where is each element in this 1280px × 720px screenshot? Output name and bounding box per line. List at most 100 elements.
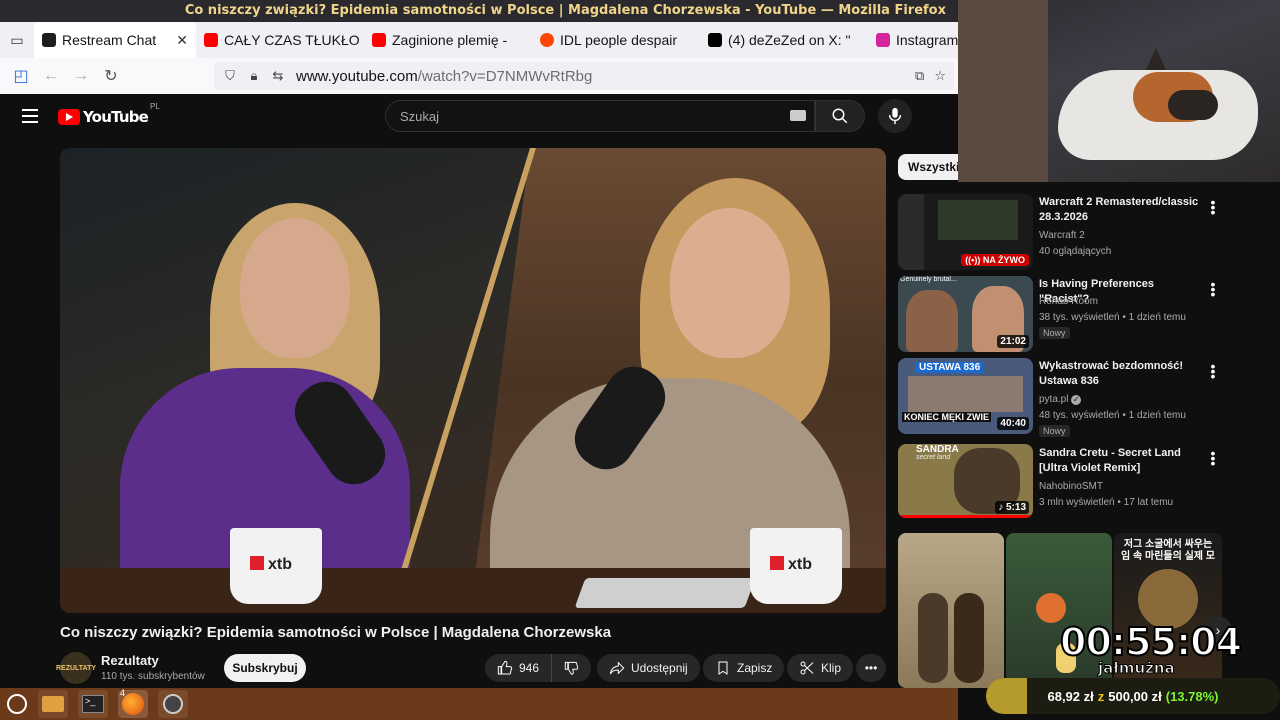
subscribe-button[interactable]: Subskrybuj — [224, 654, 306, 682]
like-button[interactable]: 946 — [485, 654, 551, 682]
video-title: Co niszczy związki? Epidemia samotności … — [60, 624, 612, 641]
save-button[interactable]: Zapisz — [703, 654, 785, 682]
microphone-icon — [888, 107, 902, 125]
search-box[interactable] — [385, 100, 815, 132]
menu-icon[interactable] — [22, 109, 38, 127]
recommendation-meta: 38 tys. wyświetleń • 1 dzień temu — [1039, 312, 1186, 323]
more-horizontal-icon: ••• — [864, 661, 878, 675]
live-badge: ((•)) NA ŻYWO — [961, 254, 1029, 266]
recommendation-title[interactable]: Wykastrować bezdomność! Ustawa 836 — [1039, 359, 1199, 389]
recommendation-title[interactable]: Warcraft 2 Remastered/classic 28.3.2026 — [1039, 195, 1199, 225]
new-window-icon[interactable]: ◰ — [6, 61, 36, 91]
permissions-icon[interactable]: ⇆ — [270, 68, 286, 84]
recommendation-channel[interactable]: NahobinoSMT — [1039, 481, 1103, 492]
tab-video-1[interactable]: CAŁY CZAS TŁUKŁO — [196, 22, 364, 58]
search-button[interactable] — [815, 100, 865, 132]
restream-favicon-icon — [42, 33, 56, 47]
recommendation-thumbnail[interactable]: Genuinely brutal... 21:02 — [898, 276, 1033, 352]
youtube-logo[interactable]: YouTube PL — [58, 102, 160, 126]
bookmark-star-icon[interactable]: ☆ — [934, 68, 946, 84]
shield-icon[interactable]: ⛉ — [222, 68, 238, 84]
recommendation-channel[interactable]: pyta.pl ✓ — [1039, 394, 1082, 405]
new-badge: Nowy — [1039, 327, 1070, 339]
thumbs-up-icon — [497, 660, 513, 675]
more-actions-button[interactable]: ••• — [856, 654, 886, 682]
tab-instagram[interactable]: Instagram — [868, 22, 958, 58]
recommendation-channel[interactable]: Rehab Room — [1039, 296, 1098, 307]
host-face — [240, 218, 350, 358]
more-vertical-icon[interactable]: • • • — [1209, 277, 1217, 301]
dislike-button[interactable] — [551, 654, 591, 682]
share-icon — [609, 661, 625, 675]
reload-icon[interactable]: ↻ — [96, 61, 126, 91]
youtube-play-icon — [58, 109, 80, 125]
more-vertical-icon[interactable]: • • • — [1209, 359, 1217, 383]
tab-bar: ▭ Restream Chat ✕ CAŁY CZAS TŁUKŁO Zagin… — [0, 22, 958, 58]
obs-icon[interactable] — [158, 690, 188, 718]
short-thumbnail[interactable] — [898, 533, 1004, 688]
duration-badge: ♪ 5:13 — [995, 501, 1029, 514]
bookmark-icon — [718, 661, 728, 675]
more-vertical-icon[interactable]: • • • — [1209, 195, 1217, 219]
duration-badge: 40:40 — [997, 417, 1029, 430]
reddit-favicon-icon — [540, 33, 554, 47]
url-text[interactable]: www.youtube.com/watch?v=D7NMWvRtRbg — [296, 68, 592, 85]
firefox-icon[interactable]: 4 — [118, 688, 148, 718]
guest-face — [670, 208, 790, 358]
search-input[interactable] — [400, 108, 780, 124]
more-vertical-icon[interactable]: • • • — [1209, 446, 1217, 470]
video-player[interactable]: xtb xtb — [60, 148, 886, 613]
donation-goal-bar: 68,92 zł z 500,00 zł (13.78%) — [986, 678, 1280, 714]
forward-icon[interactable]: → — [66, 61, 96, 91]
url-bar[interactable]: ⛉ 🔒︎ ⇆ www.youtube.com/watch?v=D7NMWvRtR… — [214, 62, 954, 90]
tab-label: Restream Chat — [62, 32, 157, 48]
voice-search-button[interactable] — [878, 99, 912, 133]
recommendation-channel[interactable]: Warcraft 2 — [1039, 230, 1085, 241]
recommendation-meta: 48 tys. wyświetleń • 1 dzień temu — [1039, 410, 1186, 421]
tab-label: Zaginione plemię - — [392, 32, 508, 48]
keyboard-icon[interactable] — [790, 110, 806, 121]
recommendation-thumbnail[interactable]: ((•)) NA ŻYWO — [898, 194, 1033, 270]
channel-name[interactable]: Rezultaty — [101, 653, 159, 668]
new-badge: Nowy — [1039, 425, 1070, 437]
tab-label: IDL people despair — [560, 32, 678, 48]
terminal-icon[interactable]: >_ — [78, 690, 108, 718]
goal-current: 68,92 zł — [1047, 688, 1094, 704]
window-title: Co niszczy związki? Epidemia samotności … — [0, 0, 958, 22]
tablet — [574, 578, 756, 608]
lock-icon[interactable]: 🔒︎ — [246, 68, 262, 84]
xtb-mug: xtb — [230, 528, 322, 604]
close-tab-icon[interactable]: ✕ — [170, 32, 188, 49]
share-button[interactable]: Udostępnij — [597, 654, 700, 682]
short-thumbnail[interactable] — [1006, 533, 1112, 688]
webcam-overlay — [958, 0, 1280, 182]
start-menu-icon[interactable] — [2, 690, 32, 718]
tab-video-2[interactable]: Zaginione plemię - — [364, 22, 532, 58]
goal-target: 500,00 zł — [1108, 688, 1162, 704]
stream-timer-label: jałmużna — [1098, 659, 1176, 678]
like-count: 946 — [518, 661, 539, 675]
tab-list-icon[interactable]: ▭ — [0, 22, 34, 58]
tab-reddit[interactable]: IDL people despair — [532, 22, 700, 58]
recommendation-meta: 40 oglądających — [1039, 246, 1112, 257]
back-icon[interactable]: ← — [36, 61, 66, 91]
clip-button[interactable]: Klip — [787, 654, 854, 682]
goal-percent: (13.78%) — [1165, 688, 1219, 704]
x-favicon-icon — [708, 33, 722, 47]
search-icon — [832, 108, 848, 124]
xtb-mug: xtb — [750, 528, 842, 604]
tab-label: (4) deZeZed on X: " — [728, 32, 851, 48]
channel-subscribers: 110 tys. subskrybentów — [101, 671, 205, 682]
verified-icon: ✓ — [1071, 395, 1082, 405]
file-manager-icon[interactable] — [38, 690, 68, 718]
watched-progress — [898, 515, 1033, 518]
recommendation-thumbnail[interactable]: SANDRA secret land ♪ 5:13 — [898, 444, 1033, 518]
stream-timer: 00:55:04 — [1059, 619, 1243, 665]
tab-x[interactable]: (4) deZeZed on X: " — [700, 22, 868, 58]
recommendation-thumbnail[interactable]: USTAWA 836 KONIEC MĘKI ZWIE 40:40 — [898, 358, 1033, 434]
picture-in-picture-icon[interactable]: ⧉ — [915, 68, 924, 84]
nav-bar: ◰ ← → ↻ ⛉ 🔒︎ ⇆ www.youtube.com/watch?v=D… — [0, 58, 958, 94]
recommendation-title[interactable]: Sandra Cretu - Secret Land [Ultra Violet… — [1039, 446, 1199, 476]
channel-avatar[interactable]: REZULTATY — [56, 652, 96, 684]
tab-restream-chat[interactable]: Restream Chat ✕ — [34, 22, 196, 58]
